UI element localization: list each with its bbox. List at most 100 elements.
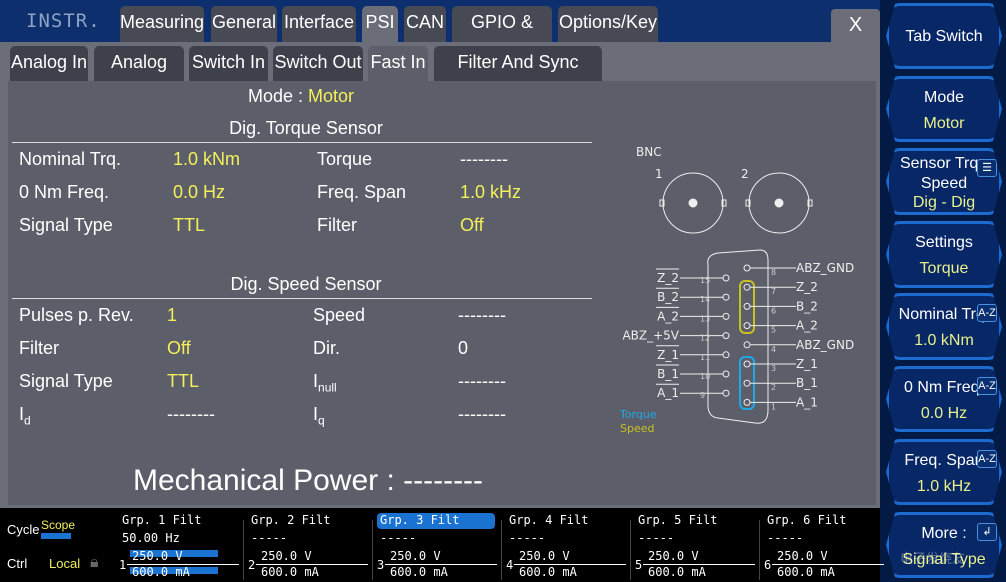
- group-title: Grp. 1 Filt: [122, 513, 202, 527]
- pin: [743, 341, 751, 349]
- subtab-switch-in[interactable]: Switch In: [189, 46, 268, 82]
- pin-label: A_2: [796, 319, 818, 333]
- speed-filter-label: Filter: [19, 338, 59, 358]
- pin: [722, 389, 730, 397]
- pin-number: 7: [771, 287, 776, 296]
- pin-number: 13: [700, 314, 710, 323]
- group-value: -----: [509, 531, 546, 545]
- ctrl-mode[interactable]: Local: [49, 556, 80, 571]
- pin-number: 9: [700, 391, 705, 400]
- tab-interface[interactable]: Interface: [282, 6, 356, 42]
- tab-options-key[interactable]: Options/Key: [558, 6, 658, 42]
- group-value: -----: [380, 531, 417, 545]
- group-number: 2: [248, 558, 256, 572]
- group-5[interactable]: Grp. 5 Filt ----- 5 250.0 V 600.0 mA: [630, 512, 763, 582]
- id-value: --------: [167, 404, 215, 424]
- current-range: 600.0 mA: [648, 565, 706, 579]
- pin: [722, 274, 730, 282]
- filter-value[interactable]: Off: [460, 215, 484, 236]
- lock-icon: 🔒︎: [90, 552, 99, 571]
- zero-nm-freq-value[interactable]: 0.0 Hz: [173, 182, 225, 203]
- pin-number: 5: [771, 326, 776, 335]
- group-number: 5: [635, 558, 643, 572]
- softkey-sensor-trq-speed[interactable]: Sensor Trq - Speed Dig - Dig ☰: [886, 148, 1002, 215]
- softkey-more-[interactable]: More : Signal Type ↲: [886, 512, 1002, 578]
- current-range: 600.0 mA: [261, 565, 319, 579]
- voltage-range: 250.0 V: [132, 549, 183, 563]
- speed-label: Speed: [313, 305, 366, 325]
- group-value: -----: [767, 531, 804, 545]
- pin-label: Z_2: [796, 280, 818, 294]
- softkey-0-nm-freq-[interactable]: 0 Nm Freq. 0.0 Hz A-Z: [886, 366, 1002, 432]
- softkey-nominal-trq-[interactable]: Nominal Trq. 1.0 kNm A-Z: [886, 293, 1002, 360]
- softkey-mode[interactable]: Mode Motor: [886, 76, 1002, 142]
- inull-label: Inull: [313, 371, 337, 395]
- tab-measuring[interactable]: Measuring: [120, 6, 204, 42]
- softkey-freq-span[interactable]: Freq. Span 1.0 kHz A-Z: [886, 439, 1002, 505]
- group-title: Grp. 2 Filt: [251, 513, 331, 527]
- pin-number: 1: [771, 402, 776, 411]
- tab-general[interactable]: General: [211, 6, 277, 42]
- cycle-label: Cycle: [7, 522, 40, 537]
- speed-filter-value[interactable]: Off: [167, 338, 191, 359]
- speed-signal-type-value[interactable]: TTL: [167, 371, 199, 392]
- torque-sensor-title: Dig. Torque Sensor: [229, 118, 383, 138]
- pin-number: 12: [700, 334, 710, 343]
- tab-can[interactable]: CAN: [404, 6, 446, 42]
- nominal-trq-value[interactable]: 1.0 kNm: [173, 149, 240, 170]
- group-number: 3: [377, 558, 385, 572]
- status-bar: Cycle Scope Ctrl Local 🔒︎ Grp. 1 Filt 50.…: [0, 508, 884, 582]
- group-2[interactable]: Grp. 2 Filt ----- 2 250.0 V 600.0 mA: [243, 512, 376, 582]
- freq-span-value[interactable]: 1.0 kHz: [460, 182, 521, 203]
- torque-label: Torque: [317, 149, 373, 169]
- pin: [722, 370, 730, 378]
- softkey-value: 1.0 kHz: [916, 478, 972, 495]
- tab-gpio-sync[interactable]: GPIO & Sync: [452, 6, 552, 64]
- subtab-analog-in[interactable]: Analog In: [10, 46, 88, 82]
- speed-sensor-title: Dig. Speed Sensor: [230, 274, 382, 294]
- pin-label: A_2: [657, 309, 679, 323]
- softkey-tab-switch[interactable]: Tab Switch: [886, 3, 1002, 69]
- nominal-trq-label: Nominal Trq.: [19, 149, 122, 169]
- subtab-filter-sync[interactable]: Filter And Sync Group: [434, 46, 602, 105]
- softkey-settings[interactable]: Settings Torque: [886, 221, 1002, 288]
- instrument-label: INSTR.: [26, 10, 101, 32]
- signal-type-value[interactable]: TTL: [173, 215, 205, 236]
- pin-number: 4: [771, 345, 776, 354]
- tab-psi[interactable]: PSI: [362, 6, 398, 42]
- pulses-value[interactable]: 1: [167, 305, 177, 326]
- group-3[interactable]: Grp. 3 Filt ----- 3 250.0 V 600.0 mA: [372, 512, 505, 582]
- pin: [722, 312, 730, 320]
- pin-number: 10: [700, 372, 710, 381]
- current-range: 600.0 mA: [777, 565, 835, 579]
- pin: [743, 379, 751, 387]
- group-4[interactable]: Grp. 4 Filt ----- 4 250.0 V 600.0 mA: [501, 512, 634, 582]
- list-icon: ☰: [977, 159, 997, 177]
- voltage-range: 250.0 V: [648, 549, 699, 563]
- mode-value[interactable]: Motor: [308, 86, 354, 107]
- freq-span-label: Freq. Span: [317, 182, 407, 202]
- sort-az-icon: A-Z: [977, 377, 997, 395]
- subtab-analog-out[interactable]: Analog Out: [94, 46, 184, 105]
- divider: [630, 520, 631, 580]
- sort-az-icon: A-Z: [977, 304, 997, 322]
- softkey-title: Mode: [923, 89, 965, 106]
- voltage-range: 250.0 V: [390, 549, 441, 563]
- group-title: Grp. 3 Filt: [377, 513, 495, 529]
- softkey-title: Tab Switch: [905, 28, 983, 45]
- cycle-mode[interactable]: Scope: [41, 518, 75, 532]
- voltage-range: 250.0 V: [777, 549, 828, 563]
- subtab-fast-in[interactable]: Fast In: [368, 46, 428, 82]
- group-title: Grp. 5 Filt: [638, 513, 718, 527]
- pin-label: B_2: [796, 299, 818, 313]
- group-6[interactable]: Grp. 6 Filt ----- 6 250.0 V 600.0 mA: [759, 512, 892, 582]
- group-value: -----: [638, 531, 675, 545]
- group-title: Grp. 4 Filt: [509, 513, 589, 527]
- group-1[interactable]: Grp. 1 Filt 50.00 Hz 1 250.0 V 600.0 mA: [119, 512, 247, 582]
- speed-value: --------: [458, 305, 506, 325]
- sub-d-connector: [707, 249, 769, 424]
- subtab-switch-out[interactable]: Switch Out: [273, 46, 363, 82]
- close-button[interactable]: X: [831, 9, 880, 42]
- bnc-label: BNC: [636, 145, 662, 159]
- pin-number: 11: [700, 353, 710, 362]
